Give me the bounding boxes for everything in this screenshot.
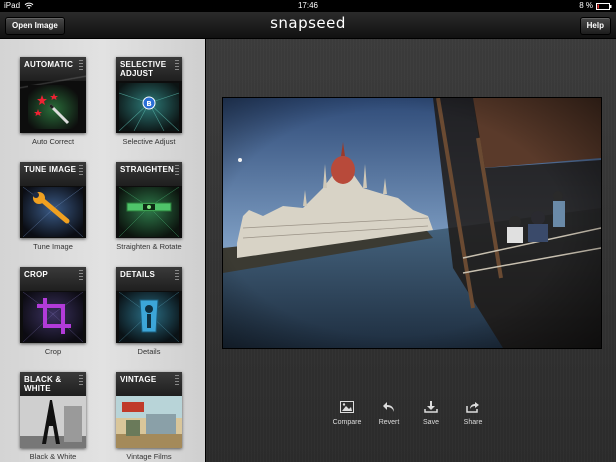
grip-icon [79, 165, 83, 175]
save-label: Save [423, 419, 439, 426]
app-logo: snapseed [270, 14, 346, 32]
tool-label: Selective Adjust [122, 137, 176, 146]
tool-black-white[interactable]: BLACK & WHITE Black & White [20, 372, 86, 461]
tool-title: CROP [20, 267, 86, 291]
tool-title: STRAIGHTEN [116, 162, 182, 186]
magic-wand-icon [28, 85, 78, 129]
tool-tune-image[interactable]: TUNE IMAGE Tune Image [20, 162, 86, 251]
tool-label: Details [137, 347, 161, 356]
tool-label: Straighten & Rotate [116, 242, 182, 251]
main-canvas: Compare Revert Save Share [206, 39, 616, 462]
clock: 17:46 [297, 1, 319, 10]
crop-icon [23, 292, 83, 342]
grip-icon [175, 165, 179, 175]
grip-icon [175, 270, 179, 280]
tool-straighten-rotate[interactable]: STRAIGHTEN Straighten & Rotate [116, 162, 182, 251]
photo-preview[interactable] [222, 97, 602, 349]
save-button[interactable]: Save [411, 401, 451, 426]
battery-icon [596, 2, 612, 10]
level-icon [119, 187, 179, 237]
tool-title: TUNE IMAGE [20, 162, 86, 186]
grip-icon [79, 375, 83, 385]
undo-arrow-icon [383, 402, 394, 412]
tool-title: DETAILS [116, 267, 182, 291]
share-label: Share [463, 419, 483, 426]
vintage-photo-icon [116, 396, 182, 448]
grip-icon [79, 60, 83, 70]
wrench-icon [23, 187, 83, 237]
control-point-icon: B [119, 83, 179, 131]
tools-sidebar[interactable]: AUTOMATIC Auto Correct SELECTIVE ADJUST [0, 39, 206, 462]
tool-label: Tune Image [33, 242, 73, 251]
revert-button[interactable]: Revert [369, 401, 409, 426]
tool-label: Auto Correct [31, 137, 75, 146]
compare-label: Compare [332, 419, 362, 426]
image-icon [340, 401, 354, 413]
share-icon [466, 402, 479, 413]
tool-vintage-films[interactable]: VINTAGE Vintage Films [116, 372, 182, 461]
revert-label: Revert [378, 419, 400, 426]
tool-title: BLACK & WHITE [20, 372, 86, 396]
status-bar: iPad 17:46 8 % [0, 0, 616, 12]
eiffel-tower-icon [20, 396, 86, 448]
grip-icon [175, 60, 179, 70]
sharpener-icon [119, 292, 179, 342]
battery-percent: 8 % [579, 1, 593, 10]
tool-crop[interactable]: CROP Crop [20, 267, 86, 356]
tool-details[interactable]: DETAILS Details [116, 267, 182, 356]
compare-button[interactable]: Compare [327, 401, 367, 426]
tool-title: VINTAGE [116, 372, 182, 396]
tool-title: SELECTIVE ADJUST [116, 57, 182, 81]
svg-text:B: B [146, 100, 151, 108]
grip-icon [79, 270, 83, 280]
tool-label: Black & White [29, 452, 77, 461]
tool-auto-correct[interactable]: AUTOMATIC Auto Correct [20, 57, 86, 146]
tool-label: Vintage Films [126, 452, 172, 461]
help-button[interactable]: Help [579, 17, 611, 35]
share-button[interactable]: Share [453, 401, 493, 426]
photo-image [223, 98, 601, 348]
download-icon [424, 401, 438, 413]
top-toolbar: Open Image snapseed Help [0, 12, 616, 39]
tool-label: Crop [44, 347, 62, 356]
grip-icon [175, 375, 179, 385]
tool-selective-adjust[interactable]: SELECTIVE ADJUST B Selective Adjust [116, 57, 182, 146]
